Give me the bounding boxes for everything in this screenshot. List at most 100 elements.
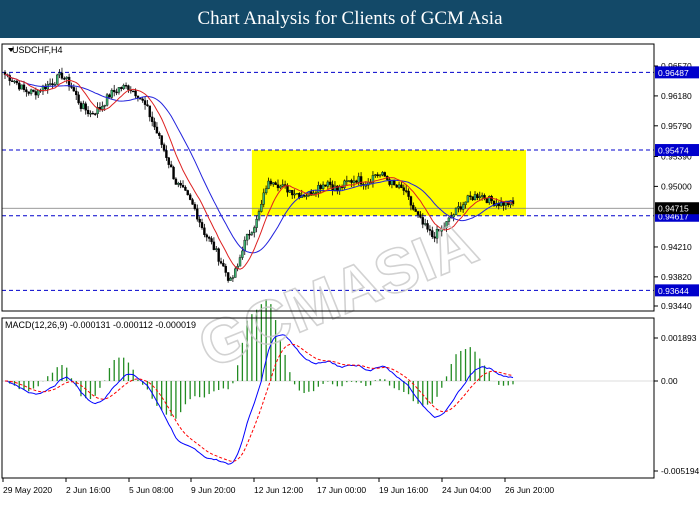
candle-body [131, 90, 135, 93]
candle-body [245, 233, 249, 241]
candle-body [231, 277, 235, 279]
candle-body [302, 195, 306, 197]
candle-body [253, 227, 256, 233]
candle-body [193, 204, 197, 210]
candle-body [146, 104, 149, 107]
candle-body [51, 83, 54, 86]
candle-body [117, 87, 121, 93]
trading-chart[interactable]: GCMASIA 0.96570 0.96180 0.95790 0.95390 0.95… [0, 38, 700, 500]
candle-body [321, 184, 325, 189]
candle-body [65, 76, 68, 79]
candle-body [376, 174, 379, 176]
candle-body [291, 190, 294, 196]
x-tick-label: 26 Jun 20:00 [505, 485, 554, 495]
x-tick-label: 2 Jun 16:00 [66, 485, 111, 495]
candle-body [94, 113, 97, 115]
candle-body [279, 185, 282, 189]
candle-body [48, 83, 52, 85]
candle-body [210, 238, 213, 243]
candle-body [89, 112, 92, 115]
candle-body [186, 190, 189, 196]
candle-body [158, 133, 161, 136]
candle-body [196, 208, 199, 220]
candle-body [419, 214, 422, 218]
candle-body [124, 85, 128, 87]
candle-body [139, 97, 142, 100]
candle-body [329, 181, 332, 185]
candle-body [219, 261, 223, 264]
candle-body [224, 265, 227, 273]
candle-body [191, 199, 194, 205]
candle-body [184, 187, 187, 191]
candle-body [473, 194, 477, 201]
candle-body [364, 184, 368, 187]
candle-body [222, 263, 225, 267]
candle-body [260, 204, 263, 212]
candle-body [215, 248, 218, 250]
candle-body [238, 257, 242, 267]
level-price-label: 0.93644 [658, 286, 689, 296]
candle-body [255, 218, 258, 228]
candle-body [56, 74, 59, 85]
candle-body [20, 84, 23, 90]
candle-body [67, 76, 71, 87]
candle-body [326, 181, 330, 187]
candle-body [317, 185, 320, 193]
candle-body [264, 188, 268, 194]
candle-body [105, 94, 109, 106]
candle-body [25, 89, 28, 93]
x-tick-label: 17 Jun 00:00 [317, 485, 366, 495]
candle-body [198, 218, 201, 223]
candle-body [37, 89, 40, 96]
candle-body [143, 100, 147, 105]
candle-body [359, 176, 363, 185]
x-tick-label: 9 Jun 20:00 [191, 485, 236, 495]
candle-body [172, 166, 175, 180]
candle-body [319, 185, 322, 189]
candle-body [478, 196, 481, 199]
candle-body [27, 91, 30, 94]
candle-body [250, 232, 254, 235]
macd-y-tick-label: 0.00 [661, 376, 678, 386]
candle-body [91, 112, 95, 115]
y-tick-label: 0.94210 [661, 242, 692, 252]
candle-body [281, 184, 284, 187]
candle-body [229, 277, 232, 281]
candle-body [77, 94, 80, 104]
candle-body [357, 176, 360, 183]
candle-body [466, 195, 470, 203]
x-tick-label: 12 Jun 12:00 [254, 485, 303, 495]
candle-body [177, 182, 180, 185]
candle-body [471, 196, 474, 201]
current-price-label: 0.94715 [658, 204, 689, 214]
candle-body [82, 103, 85, 109]
candle-body [288, 190, 292, 193]
candle-body [461, 204, 465, 210]
candle-body [84, 103, 87, 111]
y-tick-label: 0.96180 [661, 91, 692, 101]
candle-body [395, 184, 398, 188]
x-tick-label: 24 Jun 04:00 [442, 485, 491, 495]
candle-body [241, 250, 244, 258]
y-tick-label: 0.95000 [661, 181, 692, 191]
level-price-label: 0.95474 [658, 146, 689, 156]
candle-body [165, 150, 168, 158]
candle-body [86, 109, 90, 115]
candle-body [416, 211, 420, 215]
candle-body [276, 184, 280, 189]
candle-body [274, 182, 277, 185]
macd-y-tick-label: 0.001893 [661, 333, 697, 343]
x-tick-label: 19 Jun 16:00 [379, 485, 428, 495]
candle-body [169, 164, 173, 168]
candle-body [243, 239, 246, 252]
candle-body [150, 116, 154, 122]
candle-body [355, 180, 358, 183]
candle-body [22, 84, 26, 90]
candle-body [53, 83, 57, 86]
y-tick-label: 0.93440 [661, 301, 692, 311]
candle-body [72, 87, 76, 92]
candle-body [343, 180, 346, 188]
candle-body [348, 180, 351, 182]
candle-body [207, 236, 211, 239]
candle-body [464, 201, 467, 205]
